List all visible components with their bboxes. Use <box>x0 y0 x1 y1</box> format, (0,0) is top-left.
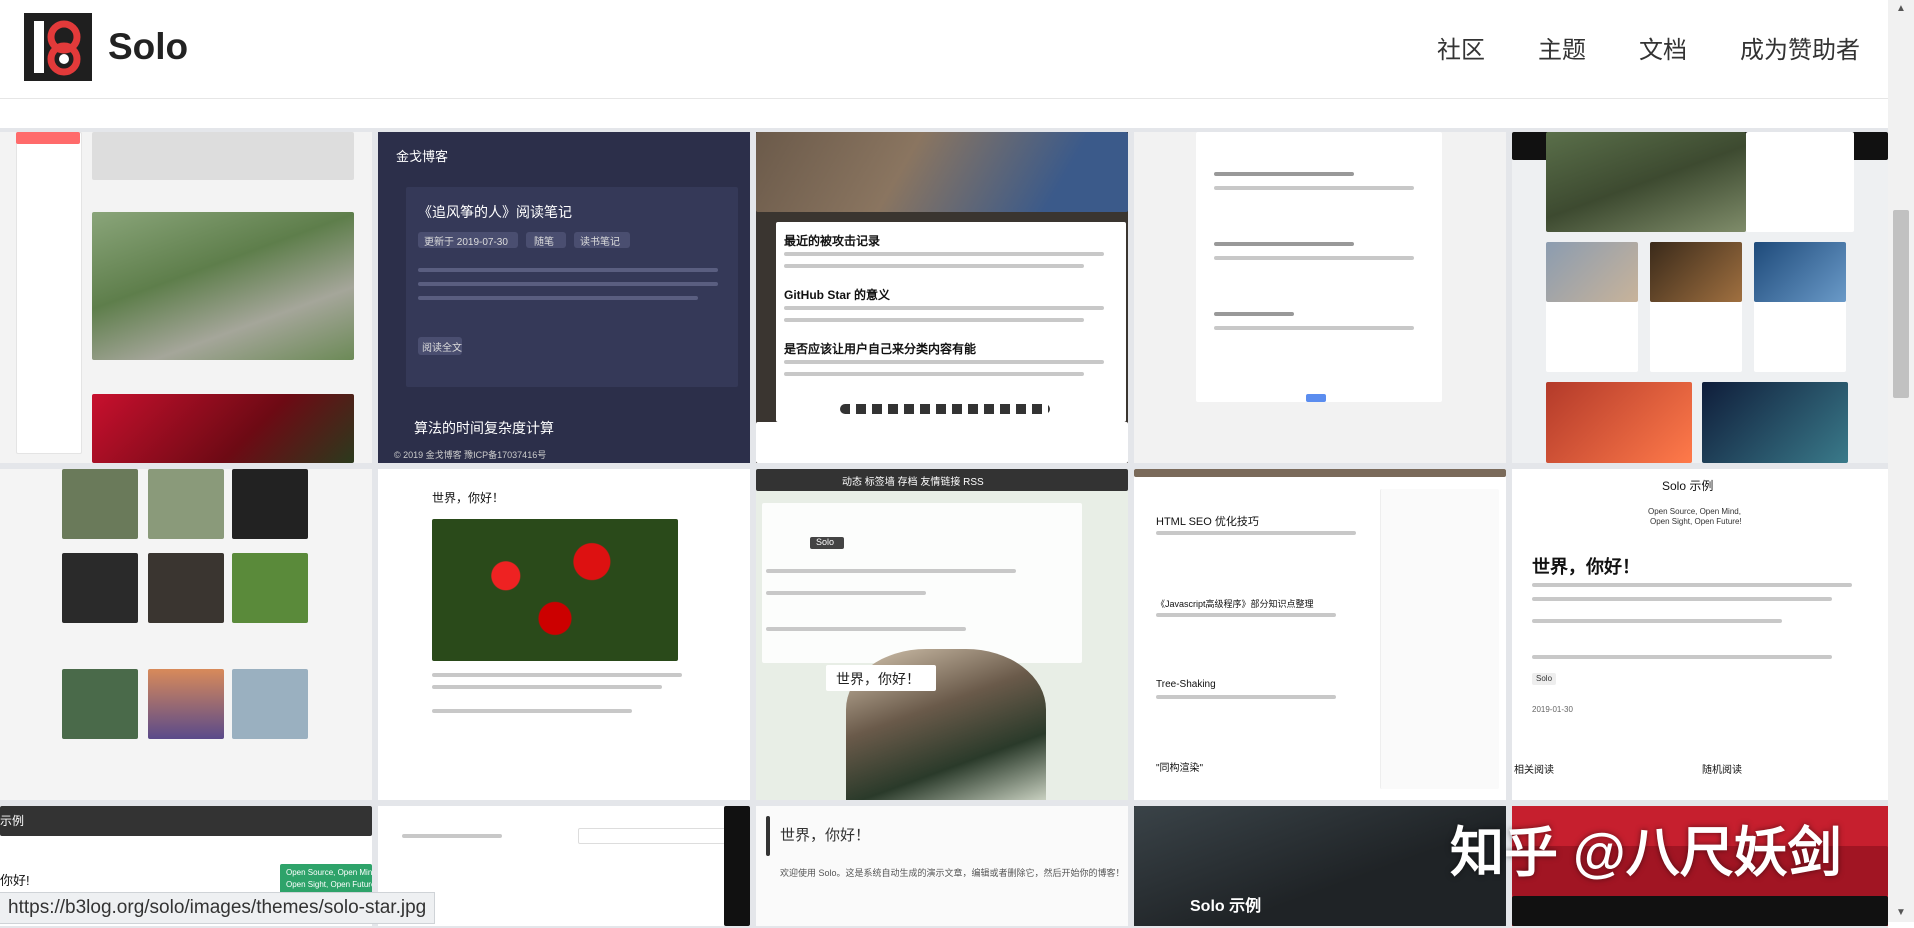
theme-thumb-7[interactable]: 世界，你好！ <box>378 469 750 800</box>
solo-logo[interactable] <box>24 13 92 81</box>
theme-thumb-9[interactable]: HTML SEO 优化技巧 《Javascript高级程序》部分知识点整理 Tr… <box>1134 469 1506 800</box>
scroll-thumb[interactable] <box>1893 210 1909 398</box>
site-header: Solo 社区 主题 文档 成为赞助者 <box>0 0 1888 99</box>
zhihu-watermark: 知乎 @八尺妖剑 <box>1450 823 1842 883</box>
nav-docs[interactable]: 文档 <box>1639 30 1687 65</box>
theme-thumb-2[interactable]: 金戈博客 《追风筝的人》阅读笔记 更新于 2019-07-30 随笔 读书笔记 … <box>378 132 750 463</box>
nav-themes[interactable]: 主题 <box>1538 30 1586 65</box>
theme-thumb-13[interactable]: 世界，你好！ 欢迎使用 Solo。这是系统自动生成的演示文章，编辑或者删除它，然… <box>756 806 1128 926</box>
scroll-up-arrow-icon[interactable]: ▲ <box>1888 0 1914 18</box>
theme-thumb-1[interactable] <box>0 132 372 463</box>
main-nav: 社区 主题 文档 成为赞助者 <box>1437 30 1860 65</box>
theme-thumb-10[interactable]: Solo 示例 Open Source, Open Mind, Open Sig… <box>1512 469 1888 800</box>
b3-logo-icon <box>24 13 92 81</box>
page-scrollbar[interactable]: ▲ ▼ <box>1888 0 1914 922</box>
theme-thumb-6[interactable] <box>0 469 372 800</box>
theme-thumb-8[interactable]: 动态 标签墙 存档 友情链接 RSS Solo 世界，你好！ <box>756 469 1128 800</box>
link-status-bar: https://b3log.org/solo/images/themes/sol… <box>0 892 436 924</box>
theme-thumb-4[interactable] <box>1134 132 1506 463</box>
scroll-down-arrow-icon[interactable]: ▼ <box>1888 904 1914 922</box>
nav-sponsor[interactable]: 成为赞助者 <box>1740 30 1860 65</box>
nav-community[interactable]: 社区 <box>1437 30 1485 65</box>
brand-name[interactable]: Solo <box>108 26 188 68</box>
theme-thumb-5[interactable] <box>1512 132 1888 463</box>
theme-thumb-3[interactable]: 最近的被攻击记录 GitHub Star 的意义 是否应该让用户自己来分类内容有… <box>756 132 1128 463</box>
